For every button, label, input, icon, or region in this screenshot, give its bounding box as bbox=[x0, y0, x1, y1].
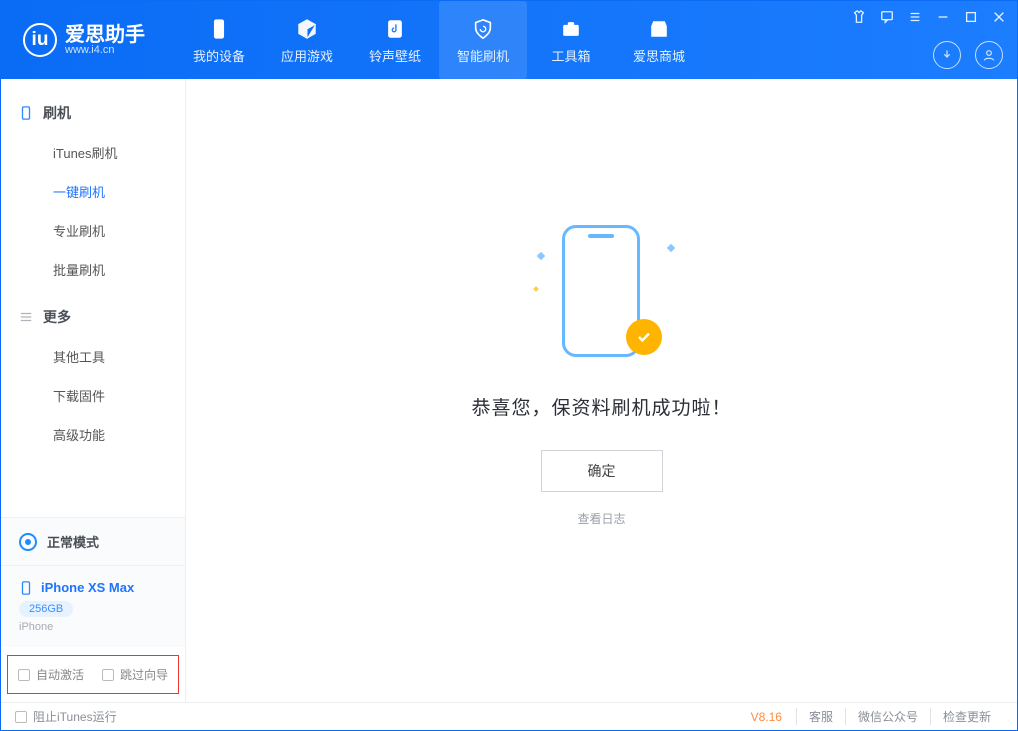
window-controls bbox=[851, 9, 1007, 25]
main-content: 恭喜您，保资料刷机成功啦！ 确定 查看日志 bbox=[186, 79, 1017, 702]
sidebar-item-advanced[interactable]: 高级功能 bbox=[1, 415, 185, 454]
nav-label: 爱思商城 bbox=[633, 46, 685, 65]
device-name: iPhone XS Max bbox=[41, 580, 134, 595]
device-mode[interactable]: 正常模式 bbox=[1, 517, 185, 565]
app-logo: iu 爱思助手 www.i4.cn bbox=[23, 23, 145, 57]
checkbox-label: 跳过向导 bbox=[120, 666, 168, 683]
phone-small-icon bbox=[19, 581, 33, 595]
maximize-button[interactable] bbox=[963, 9, 979, 25]
footer-link-wechat[interactable]: 微信公众号 bbox=[845, 708, 930, 725]
checkbox-label: 阻止iTunes运行 bbox=[33, 708, 117, 725]
download-button[interactable] bbox=[933, 41, 961, 69]
sidebar-header-label: 更多 bbox=[43, 307, 71, 327]
menu-icon[interactable] bbox=[907, 9, 923, 25]
sidebar: 刷机 iTunes刷机 一键刷机 专业刷机 批量刷机 更多 其他工具 下载固件 … bbox=[1, 79, 186, 702]
sidebar-item-download-firmware[interactable]: 下载固件 bbox=[1, 376, 185, 415]
sidebar-header-flash: 刷机 bbox=[1, 93, 185, 133]
sidebar-item-other-tools[interactable]: 其他工具 bbox=[1, 337, 185, 376]
shirt-icon[interactable] bbox=[851, 9, 867, 25]
app-name: 爱思助手 bbox=[65, 25, 145, 45]
footer-link-check-update[interactable]: 检查更新 bbox=[930, 708, 1003, 725]
check-badge-icon bbox=[626, 319, 662, 355]
header-actions bbox=[933, 41, 1003, 69]
app-domain: www.i4.cn bbox=[65, 45, 145, 56]
shield-refresh-icon bbox=[470, 16, 496, 42]
music-card-icon bbox=[382, 16, 408, 42]
checkbox-block-itunes[interactable]: 阻止iTunes运行 bbox=[15, 708, 117, 725]
nav-my-device[interactable]: 我的设备 bbox=[175, 1, 263, 79]
success-illustration bbox=[532, 215, 672, 365]
close-button[interactable] bbox=[991, 9, 1007, 25]
nav-smart-flash[interactable]: 智能刷机 bbox=[439, 1, 527, 79]
device-icon bbox=[19, 106, 33, 120]
ok-button[interactable]: 确定 bbox=[541, 450, 663, 492]
device-info[interactable]: iPhone XS Max 256GB iPhone bbox=[1, 565, 185, 647]
mode-label: 正常模式 bbox=[47, 532, 99, 551]
device-storage-badge: 256GB bbox=[19, 601, 73, 617]
view-log-link[interactable]: 查看日志 bbox=[577, 510, 625, 527]
sidebar-header-label: 刷机 bbox=[43, 103, 71, 123]
nav-store[interactable]: 爱思商城 bbox=[615, 1, 703, 79]
sidebar-item-itunes-flash[interactable]: iTunes刷机 bbox=[1, 133, 185, 172]
app-header: iu 爱思助手 www.i4.cn 我的设备 应用游戏 铃声壁纸 智能刷机 工具… bbox=[1, 1, 1017, 79]
logo-icon: iu bbox=[23, 23, 57, 57]
sidebar-item-pro-flash[interactable]: 专业刷机 bbox=[1, 211, 185, 250]
nav-label: 工具箱 bbox=[551, 46, 590, 65]
user-button[interactable] bbox=[975, 41, 1003, 69]
version-label: V8.16 bbox=[751, 710, 782, 724]
checkbox-skip-wizard[interactable]: 跳过向导 bbox=[102, 666, 168, 683]
sidebar-item-batch-flash[interactable]: 批量刷机 bbox=[1, 250, 185, 289]
cube-icon bbox=[294, 16, 320, 42]
checkbox-label: 自动激活 bbox=[36, 666, 84, 683]
nav-label: 我的设备 bbox=[193, 46, 245, 65]
mode-icon bbox=[19, 533, 37, 551]
store-icon bbox=[646, 16, 672, 42]
checkbox-auto-activate[interactable]: 自动激活 bbox=[18, 666, 84, 683]
device-type: iPhone bbox=[19, 621, 167, 633]
briefcase-icon bbox=[558, 16, 584, 42]
phone-icon bbox=[206, 16, 232, 42]
status-bar: 阻止iTunes运行 V8.16 客服 微信公众号 检查更新 bbox=[1, 702, 1017, 730]
list-icon bbox=[19, 310, 33, 324]
nav-label: 铃声壁纸 bbox=[369, 46, 421, 65]
minimize-button[interactable] bbox=[935, 9, 951, 25]
nav-apps-games[interactable]: 应用游戏 bbox=[263, 1, 351, 79]
nav-toolbox[interactable]: 工具箱 bbox=[527, 1, 615, 79]
footer-link-support[interactable]: 客服 bbox=[796, 708, 845, 725]
app-body: 刷机 iTunes刷机 一键刷机 专业刷机 批量刷机 更多 其他工具 下载固件 … bbox=[1, 79, 1017, 702]
success-message: 恭喜您，保资料刷机成功啦！ bbox=[471, 393, 731, 420]
top-nav: 我的设备 应用游戏 铃声壁纸 智能刷机 工具箱 爱思商城 bbox=[175, 1, 703, 79]
nav-label: 应用游戏 bbox=[281, 46, 333, 65]
sidebar-header-more: 更多 bbox=[1, 297, 185, 337]
options-highlighted-box: 自动激活 跳过向导 bbox=[7, 655, 179, 694]
nav-label: 智能刷机 bbox=[457, 46, 509, 65]
sidebar-item-onekey-flash[interactable]: 一键刷机 bbox=[1, 172, 185, 211]
nav-ringtone-wallpaper[interactable]: 铃声壁纸 bbox=[351, 1, 439, 79]
feedback-icon[interactable] bbox=[879, 9, 895, 25]
